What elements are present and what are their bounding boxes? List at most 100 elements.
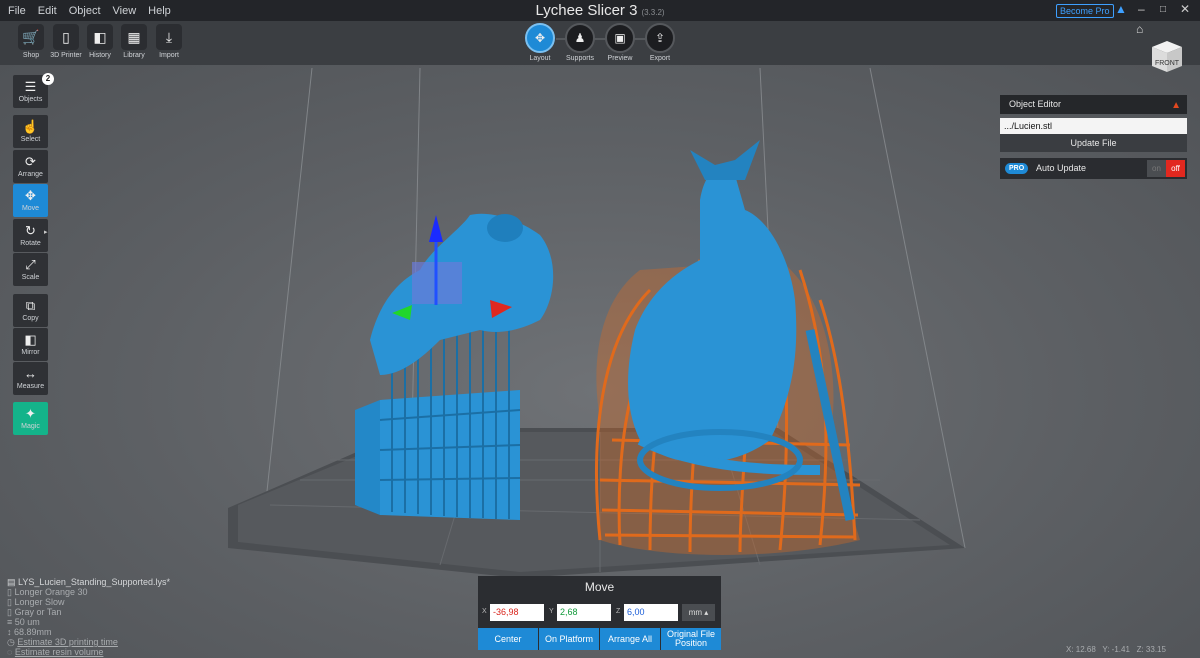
auto-update-on-toggle[interactable]: on [1147, 160, 1166, 177]
resin-text: Longer Orange 30 [14, 587, 88, 597]
maximize-icon[interactable]: □ [1160, 4, 1166, 15]
move-label: Move [21, 205, 40, 212]
cursor-coordinates: X: 12.68 Y: -1.41 Z: 33.15 [1066, 645, 1166, 654]
magic-tool[interactable]: ✦ Magic [13, 402, 48, 435]
layout-mode-button[interactable]: ✥ Layout [520, 23, 560, 62]
pointer-icon: ☝ [22, 119, 39, 134]
arrange-tool[interactable]: ⟳ Arrange [13, 150, 48, 183]
copy-tool[interactable]: ⧉ Copy [13, 294, 48, 327]
resin-icon: ▯ [7, 587, 12, 597]
objects-count-badge: 2 [42, 73, 54, 85]
import-icon: ⤓ [156, 24, 182, 50]
unit-value: mm [688, 608, 703, 617]
view-cube-face: FRONT [1155, 60, 1180, 67]
estimate-time-link[interactable]: Estimate 3D printing time [17, 637, 118, 647]
menu-edit[interactable]: Edit [38, 5, 57, 17]
menu-file[interactable]: File [8, 5, 26, 17]
color-icon: ▯ [7, 607, 12, 617]
select-tool[interactable]: ☝ Select [13, 115, 48, 148]
auto-update-row: PRO Auto Update on off [1000, 158, 1187, 179]
update-file-button[interactable]: Update File [1000, 134, 1187, 152]
magic-icon: ✦ [25, 406, 36, 421]
height-icon: ↕ [7, 627, 12, 637]
arrange-all-button[interactable]: Arrange All [600, 628, 660, 650]
file-name-text: LYS_Lucien_Standing_Supported.lys* [18, 577, 170, 587]
supports-icon: ♟ [565, 23, 595, 53]
z-input[interactable]: 6,00 [624, 604, 678, 621]
select-label: Select [20, 136, 41, 143]
z-axis-label: Z [616, 608, 621, 615]
mirror-icon: ◧ [24, 332, 37, 347]
mirror-tool[interactable]: ◧ Mirror [13, 328, 48, 361]
measure-tool[interactable]: ↔ Measure [13, 362, 48, 395]
color-text: Gray or Tan [14, 607, 62, 617]
mirror-label: Mirror [21, 349, 40, 356]
file-name: ▤ LYS_Lucien_Standing_Supported.lys* [7, 577, 170, 587]
estimate-volume-link[interactable]: Estimate resin volume [15, 647, 104, 657]
menu-view[interactable]: View [113, 5, 137, 17]
toolbar: 🛒 Shop ▯ 3D Printer ◧ History ▦ Library … [0, 21, 1200, 65]
color-info: ▯ Gray or Tan [7, 607, 170, 617]
height-info: ↕ 68.89mm [7, 627, 170, 637]
measure-label: Measure [16, 383, 45, 390]
object-editor-header: Object Editor ▲ [1000, 95, 1187, 114]
clock-icon: ◷ [7, 637, 15, 647]
x-axis-label: X [482, 608, 487, 615]
menu-object[interactable]: Object [69, 5, 101, 17]
file-icon: ▤ [7, 577, 16, 587]
y-axis-label: Y [549, 608, 554, 615]
coord-x: X: 12.68 [1066, 645, 1096, 654]
export-mode-button[interactable]: ⇪ Export [640, 23, 680, 62]
magic-label: Magic [21, 423, 40, 430]
shop-button[interactable]: 🛒 Shop [17, 24, 45, 59]
rotate-icon: ↻ [25, 223, 36, 238]
move-panel-title: Move [584, 580, 615, 594]
arrange-label: Arrange [18, 171, 43, 178]
export-icon: ⇪ [645, 23, 675, 53]
original-file-position-button[interactable]: Original File Position [661, 628, 721, 650]
y-input[interactable]: 2,68 [557, 604, 611, 621]
library-button[interactable]: ▦ Library [120, 24, 148, 59]
layer-info: ≡ 50 um [7, 617, 170, 627]
on-platform-button[interactable]: On Platform [539, 628, 599, 650]
supports-mode-button[interactable]: ♟ Supports [560, 23, 600, 62]
drop-icon: ◌ [7, 647, 13, 657]
estimate-volume-row: ◌ Estimate resin volume [7, 647, 170, 657]
move-actions: Center On Platform Arrange All Original … [478, 628, 721, 650]
profile-text: Longer Slow [14, 597, 65, 607]
import-button[interactable]: ⤓ Import [155, 24, 183, 59]
unit-select[interactable]: mm ▴ [682, 604, 715, 621]
rotate-submenu-icon[interactable]: ▸ [44, 228, 48, 236]
move-icon: ✥ [25, 188, 36, 203]
file-path-field[interactable]: .../Lucien.stl [1000, 118, 1187, 134]
object-editor-panel: Object Editor ▲ .../Lucien.stl Update Fi… [1000, 95, 1187, 179]
move-tool[interactable]: ✥ Move [13, 184, 48, 217]
rotate-tool[interactable]: ↻ Rotate [13, 219, 48, 252]
home-icon[interactable]: ⌂ [1136, 22, 1143, 36]
scale-icon: ⤢ [25, 257, 36, 272]
history-icon: ◧ [87, 24, 113, 50]
profile-info: ▯ Longer Slow [7, 597, 170, 607]
warning-icon[interactable]: ▲ [1115, 2, 1127, 16]
center-button[interactable]: Center [478, 628, 538, 650]
warning-icon[interactable]: ▲ [1171, 96, 1181, 115]
resin-info: ▯ Longer Orange 30 [7, 587, 170, 597]
become-pro-button[interactable]: Become Pro [1056, 4, 1114, 18]
import-label: Import [159, 52, 179, 59]
height-text: 68.89mm [14, 627, 52, 637]
orange-support-model[interactable] [595, 140, 861, 555]
minimize-icon[interactable]: – [1138, 2, 1145, 16]
close-icon[interactable]: ✕ [1180, 2, 1190, 16]
auto-update-off-toggle[interactable]: off [1166, 160, 1185, 177]
view-cube[interactable]: FRONT [1149, 38, 1185, 74]
z-axis-arrow[interactable] [429, 215, 443, 242]
layout-label: Layout [529, 55, 551, 62]
library-icon: ▦ [121, 24, 147, 50]
menu-help[interactable]: Help [148, 5, 171, 17]
measure-icon: ↔ [24, 366, 37, 381]
move-coordinates: X -36,98 Y 2,68 Z 6,00 mm ▴ [478, 604, 721, 622]
x-input[interactable]: -36,98 [490, 604, 544, 621]
preview-mode-button[interactable]: ▣ Preview [600, 23, 640, 62]
menu-bar: File Edit Object View Help [0, 0, 1200, 21]
scale-tool[interactable]: ⤢ Scale [13, 253, 48, 286]
